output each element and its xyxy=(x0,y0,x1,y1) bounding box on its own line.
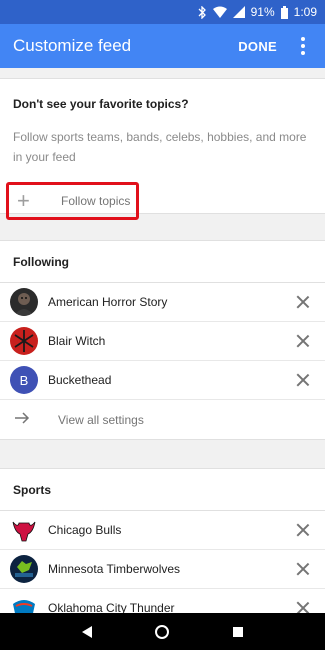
battery-icon xyxy=(280,5,288,19)
view-all-settings-label: View all settings xyxy=(58,413,144,427)
more-options-icon[interactable] xyxy=(291,34,315,58)
discover-description: Follow sports teams, bands, celebs, hobb… xyxy=(13,130,307,164)
minnesota-timberwolves-logo xyxy=(10,555,38,583)
battery-percent: 91% xyxy=(250,5,275,19)
bluetooth-icon xyxy=(197,5,207,19)
follow-topics-button[interactable]: + Follow topics xyxy=(6,182,139,220)
topic-name: Oklahoma City Thunder xyxy=(48,601,175,613)
blair-witch-avatar xyxy=(10,327,38,355)
remove-icon[interactable] xyxy=(295,522,311,538)
remove-icon[interactable] xyxy=(295,333,311,349)
following-card: Following American Horror Story Blair Wi… xyxy=(0,240,325,440)
remove-icon[interactable] xyxy=(295,372,311,388)
remove-icon[interactable] xyxy=(295,561,311,577)
view-all-settings-link[interactable]: View all settings xyxy=(0,400,325,440)
list-item[interactable]: Blair Witch xyxy=(0,322,325,361)
list-item[interactable]: Minnesota Timberwolves xyxy=(0,550,325,589)
page-title: Customize feed xyxy=(13,36,132,55)
arrow-right-icon xyxy=(14,411,34,430)
clock-time: 1:09 xyxy=(293,5,317,19)
list-item[interactable]: American Horror Story xyxy=(0,283,325,322)
list-item[interactable]: Oklahoma City Thunder xyxy=(0,589,325,613)
topic-name: Buckethead xyxy=(48,373,112,387)
recent-apps-icon[interactable] xyxy=(233,626,244,637)
topic-name: Minnesota Timberwolves xyxy=(48,562,181,576)
navigation-bar xyxy=(0,613,325,650)
home-icon[interactable] xyxy=(155,624,170,639)
follow-topics-label: Follow topics xyxy=(61,194,131,208)
status-bar: 91% 1:09 xyxy=(0,0,325,24)
wifi-icon xyxy=(212,6,227,18)
sports-title: Sports xyxy=(0,469,325,511)
done-button[interactable]: DONE xyxy=(238,39,277,54)
avatar-letter: B xyxy=(19,372,29,388)
following-title: Following xyxy=(0,241,325,283)
topic-name: Chicago Bulls xyxy=(48,523,122,537)
american-horror-story-avatar xyxy=(10,288,38,316)
remove-icon[interactable] xyxy=(295,600,311,613)
cellular-signal-icon xyxy=(232,6,245,18)
buckethead-avatar: B xyxy=(10,366,38,394)
topic-name: Blair Witch xyxy=(48,334,106,348)
plus-icon: + xyxy=(17,188,30,213)
list-item[interactable]: B Buckethead xyxy=(0,361,325,400)
okc-thunder-logo xyxy=(10,594,38,613)
sports-card: Sports Chicago Bulls Minnesota Timberwol… xyxy=(0,468,325,613)
back-icon[interactable] xyxy=(81,625,92,638)
topic-name: American Horror Story xyxy=(48,295,168,309)
app-bar: Customize feed DONE xyxy=(0,24,325,68)
discover-topics-card: Don't see your favorite topics? Follow s… xyxy=(0,78,325,220)
discover-heading: Don't see your favorite topics? xyxy=(13,97,189,111)
list-item[interactable]: Chicago Bulls xyxy=(0,511,325,550)
chicago-bulls-logo xyxy=(10,516,38,544)
remove-icon[interactable] xyxy=(295,294,311,310)
feed-settings-list[interactable]: Don't see your favorite topics? Follow s… xyxy=(0,68,325,613)
